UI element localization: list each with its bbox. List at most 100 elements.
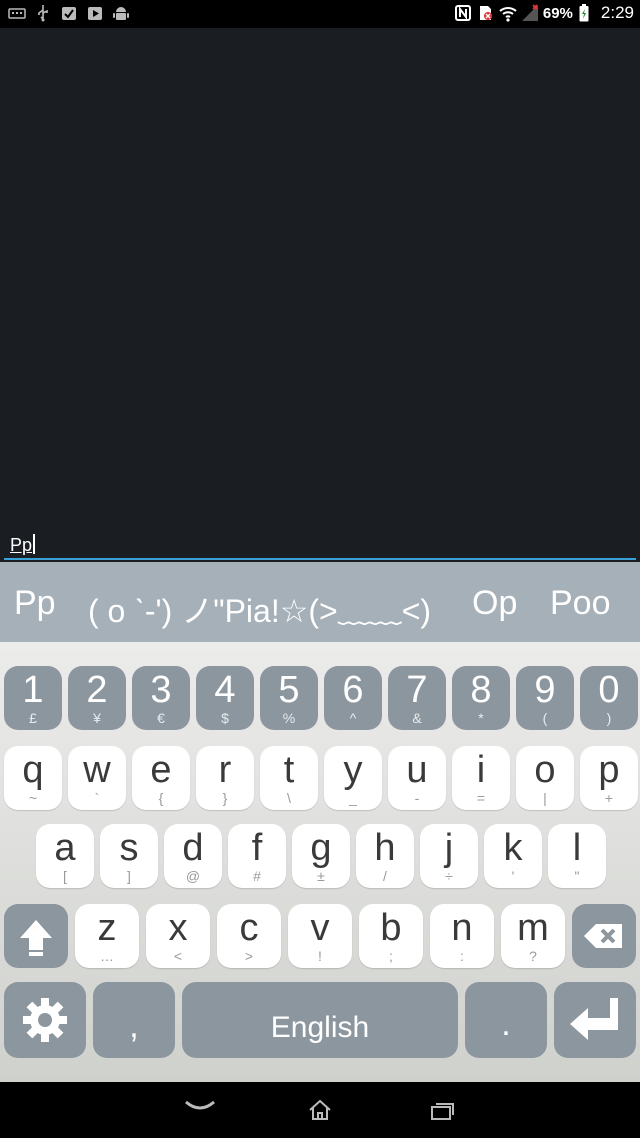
key-alt-label: \ (287, 790, 291, 806)
key-1[interactable]: 1 £ (4, 666, 62, 730)
period-key[interactable]: . (465, 982, 547, 1058)
key-m[interactable]: m? (501, 904, 565, 968)
key-l[interactable]: l " (548, 824, 606, 888)
key-label: l (572, 827, 582, 869)
key-alt-label: # (253, 868, 261, 884)
text-caret (33, 534, 36, 554)
recent-apps-icon[interactable] (428, 1100, 456, 1126)
key-y[interactable]: y _ (324, 746, 382, 810)
key-5[interactable]: 5% (260, 666, 318, 730)
home-icon[interactable] (306, 1098, 334, 1126)
key-9[interactable]: 9( (516, 666, 574, 730)
key-alt-label: | (543, 790, 547, 806)
suggestion-item[interactable]: Pp (14, 584, 56, 623)
key-r[interactable]: r} (196, 746, 254, 810)
key-n[interactable]: n: (430, 904, 494, 968)
key-alt-label: ~ (28, 790, 38, 806)
key-label: 5 (278, 669, 300, 711)
key-d[interactable]: d @ (164, 824, 222, 888)
key-h[interactable]: h / (356, 824, 414, 888)
key-8[interactable]: 8 * (452, 666, 510, 730)
suggestion-item[interactable]: Poo (550, 584, 611, 623)
enter-key[interactable] (554, 982, 636, 1058)
download-done-icon (60, 4, 78, 22)
editor-content[interactable]: Pp (10, 534, 36, 556)
key-e[interactable]: e{ (132, 746, 190, 810)
key-7[interactable]: 7 & (388, 666, 446, 730)
key-6[interactable]: 6 ^ (324, 666, 382, 730)
back-icon[interactable] (180, 1096, 220, 1124)
key-label: 0 (598, 669, 620, 711)
key-label: 3 (150, 669, 172, 711)
key-alt-label: ? (529, 948, 537, 964)
key-alt-label: @ (185, 868, 201, 884)
key-k[interactable]: k ' (484, 824, 542, 888)
key-4[interactable]: 4 $ (196, 666, 254, 730)
key-2[interactable]: 2 ¥ (68, 666, 126, 730)
key-alt-label: ( (542, 710, 548, 726)
key-alt-label: " (574, 868, 580, 884)
key-label: e (150, 749, 172, 791)
status-system: 69% 2:29 (454, 3, 634, 23)
key-t[interactable]: t \ (260, 746, 318, 810)
clock: 2:29 (600, 3, 634, 22)
key-label: f (251, 827, 263, 869)
key-label: i (476, 749, 486, 791)
key-g[interactable]: g ± (292, 824, 350, 888)
battery-icon (579, 4, 595, 22)
comma-key[interactable]: , (93, 982, 175, 1058)
key-p[interactable]: p + (580, 746, 638, 810)
key-alt-label: + (604, 790, 614, 806)
key-s[interactable]: s] (100, 824, 158, 888)
key-u[interactable]: u- (388, 746, 446, 810)
key-label: 6 (342, 669, 364, 711)
key-label: n (451, 907, 473, 949)
key-c[interactable]: c > (217, 904, 281, 968)
key-alt-label: ! (318, 948, 322, 964)
delete-key[interactable] (572, 904, 636, 968)
key-v[interactable]: v! (288, 904, 352, 968)
key-label: 7 (406, 669, 428, 711)
key-a[interactable]: a[ (36, 824, 94, 888)
settings-key[interactable] (4, 982, 86, 1058)
key-label: w (83, 749, 111, 791)
suggestion-item[interactable]: ( o ˋ-') ノ"Pia!☆(>﹏﹏<) (88, 586, 431, 632)
play-store-icon (86, 4, 104, 22)
text-editor[interactable]: Pp (0, 28, 640, 562)
gear-icon (23, 998, 67, 1042)
key-b[interactable]: b; (359, 904, 423, 968)
key-label: a (54, 827, 76, 869)
key-alt-label: % (282, 710, 296, 726)
editor-focus-underline (4, 558, 636, 560)
key-label: 4 (214, 669, 236, 711)
key-w[interactable]: w ` (68, 746, 126, 810)
key-j[interactable]: j ÷ (420, 824, 478, 888)
key-x[interactable]: x < (146, 904, 210, 968)
period-label: . (501, 1005, 511, 1043)
key-0[interactable]: 0) (580, 666, 638, 730)
key-z[interactable]: z… (75, 904, 139, 968)
key-label: 8 (470, 669, 492, 711)
key-o[interactable]: o | (516, 746, 574, 810)
key-label: j (444, 827, 454, 869)
key-alt-label: - (414, 790, 420, 806)
usb-icon (34, 4, 52, 22)
shift-icon (20, 920, 52, 956)
key-label: p (598, 749, 620, 791)
key-i[interactable]: i = (452, 746, 510, 810)
space-key[interactable]: English (182, 982, 458, 1058)
key-label: z (97, 907, 117, 949)
key-label: b (380, 907, 402, 949)
key-alt-label: ; (389, 948, 393, 964)
key-alt-label: ¥ (93, 710, 101, 726)
key-3[interactable]: 3 € (132, 666, 190, 730)
key-alt-label: > (244, 948, 254, 964)
key-q[interactable]: q ~ (4, 746, 62, 810)
key-label: x (168, 907, 188, 949)
suggestion-item[interactable]: Op (472, 584, 517, 623)
shift-key[interactable] (4, 904, 68, 968)
backspace-icon (584, 924, 622, 948)
suggestion-strip: Pp ( o ˋ-') ノ"Pia!☆(>﹏﹏<) Op Poo (0, 562, 640, 642)
key-f[interactable]: f # (228, 824, 286, 888)
key-label: g (310, 827, 332, 869)
